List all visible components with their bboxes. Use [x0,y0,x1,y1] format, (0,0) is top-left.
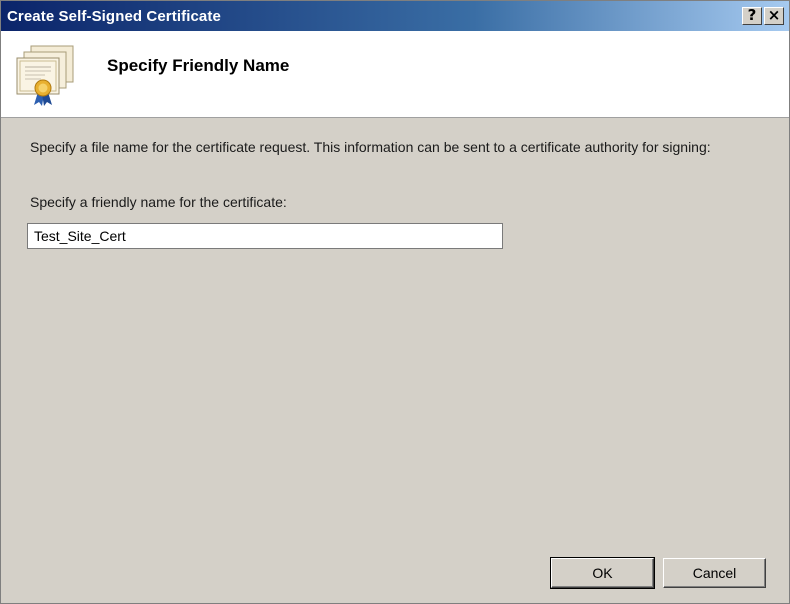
wizard-header: Specify Friendly Name [1,31,789,118]
certificate-icon [16,45,74,106]
title-bar[interactable]: Create Self-Signed Certificate ? × [1,1,789,31]
dialog-window: Create Self-Signed Certificate ? × Speci… [0,0,790,604]
certificate-seal [34,79,52,106]
friendly-name-label: Specify a friendly name for the certific… [30,194,287,210]
window-title: Create Self-Signed Certificate [7,8,221,25]
close-button[interactable]: × [764,7,784,25]
friendly-name-input[interactable] [27,223,503,249]
cancel-button[interactable]: Cancel [663,558,766,588]
page-title: Specify Friendly Name [107,56,290,75]
description-text: Specify a file name for the certificate … [30,139,711,155]
help-button[interactable]: ? [742,7,762,25]
ok-button[interactable]: OK [550,557,655,589]
